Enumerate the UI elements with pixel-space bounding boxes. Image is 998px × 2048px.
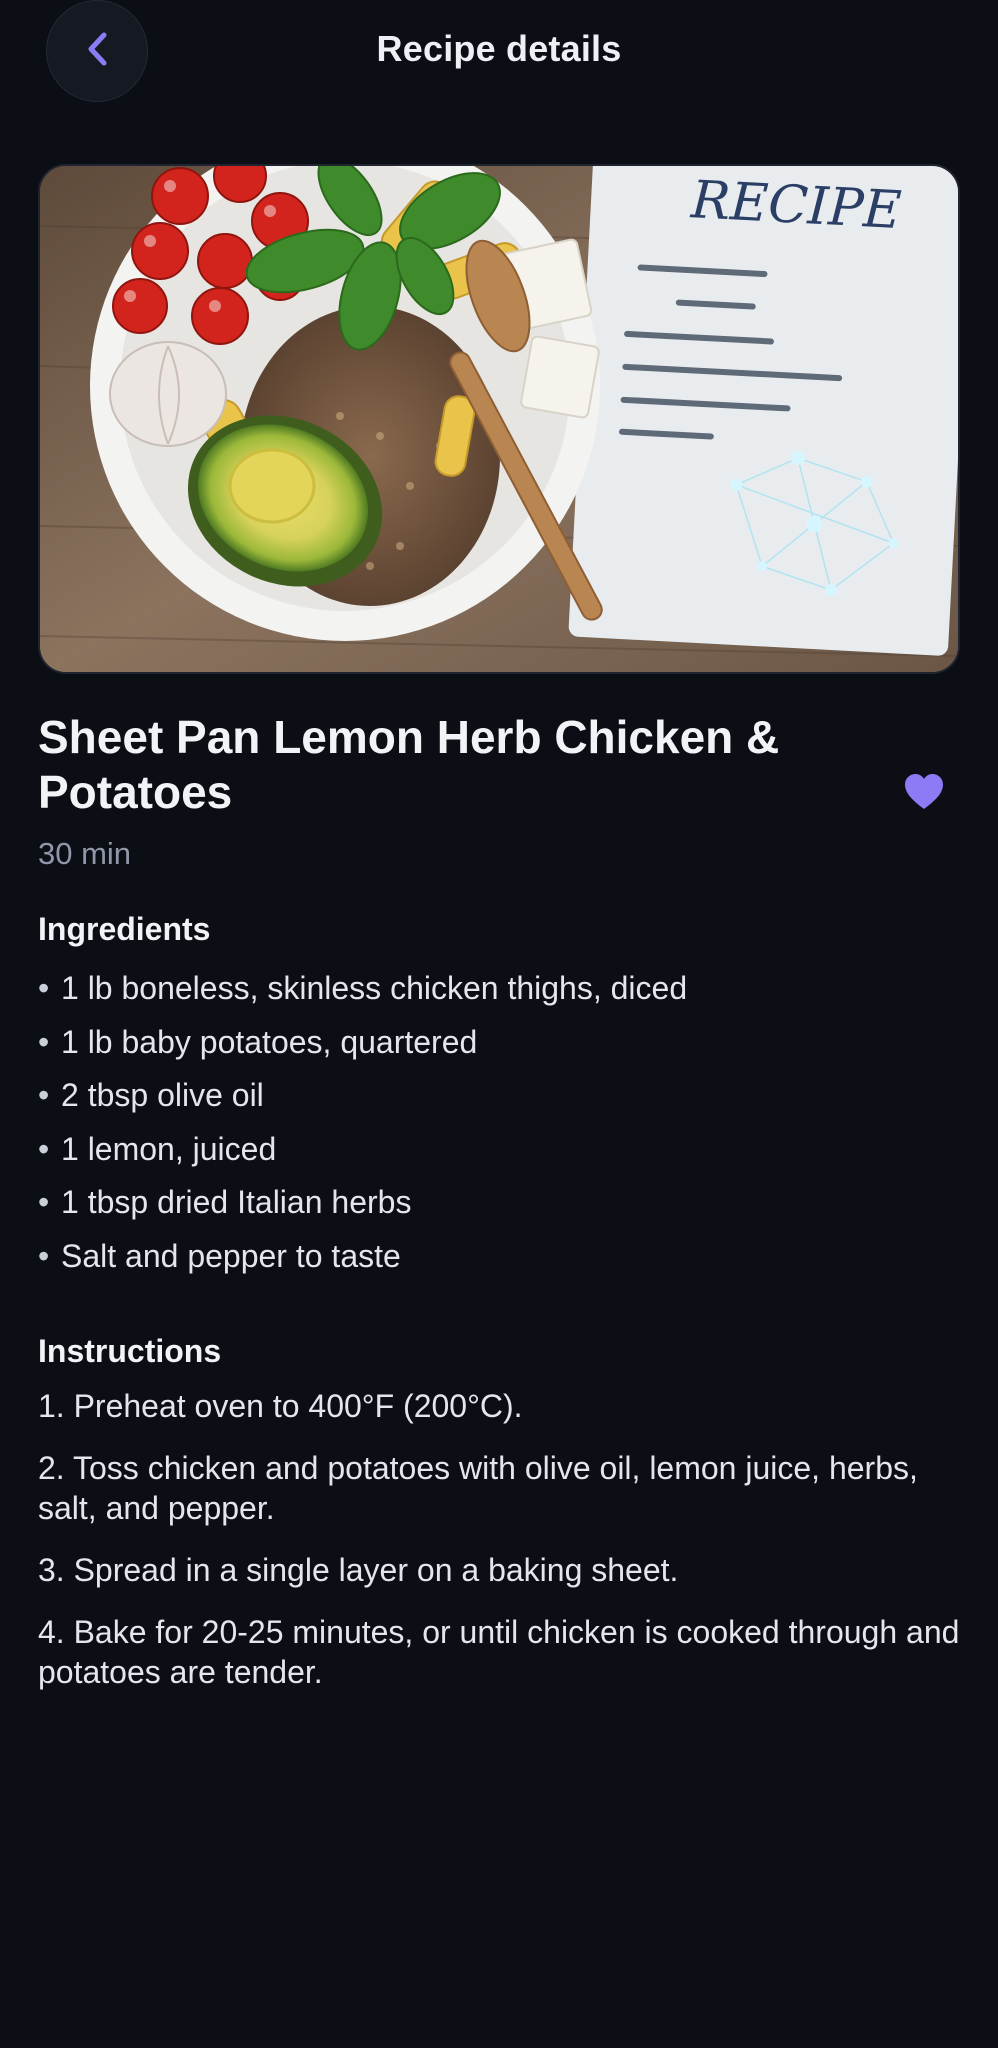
ingredient-item: • 1 lemon, juiced xyxy=(38,1130,277,1167)
instructions-list: 1. Preheat oven to 400°F (200°C). 2. Tos… xyxy=(38,1386,968,1714)
ingredient-item: • Salt and pepper to taste xyxy=(38,1237,401,1274)
ingredient-item: • 1 lb boneless, skinless chicken thighs,… xyxy=(38,970,688,1006)
recipe-title: Sheet Pan Lemon Herb Chicken & Potatoes xyxy=(38,711,780,818)
page-title: Recipe details xyxy=(376,28,622,69)
instructions-heading: Instructions xyxy=(38,1333,222,1369)
instruction-step: 4. Bake for 20-25 minutes, or until chic… xyxy=(38,1614,960,1690)
instruction-step: 3. Spread in a single layer on a baking … xyxy=(38,1552,679,1588)
cook-time: 30 min xyxy=(38,836,132,871)
instruction-step: 2. Toss chicken and potatoes with olive … xyxy=(38,1450,918,1526)
top-bar: Recipe details xyxy=(0,0,998,104)
instruction-step: 1. Preheat oven to 400°F (200°C). xyxy=(38,1388,523,1424)
recipe-image: RECIPE xyxy=(38,164,960,674)
recipe-card-text: RECIPE xyxy=(689,170,903,241)
ingredient-item: • 2 tbsp olive oil xyxy=(38,1077,264,1114)
ingredient-item: • 1 tbsp dried Italian herbs xyxy=(38,1184,412,1221)
ingredients-list: • 1 lb boneless, skinless chicken thighs,… xyxy=(38,962,687,1284)
ingredient-item: • 1 lb baby potatoes, quartered xyxy=(38,1023,478,1060)
ingredients-heading: Ingredients xyxy=(38,911,211,947)
favorite-button[interactable] xyxy=(900,770,948,818)
heart-icon xyxy=(903,773,945,816)
